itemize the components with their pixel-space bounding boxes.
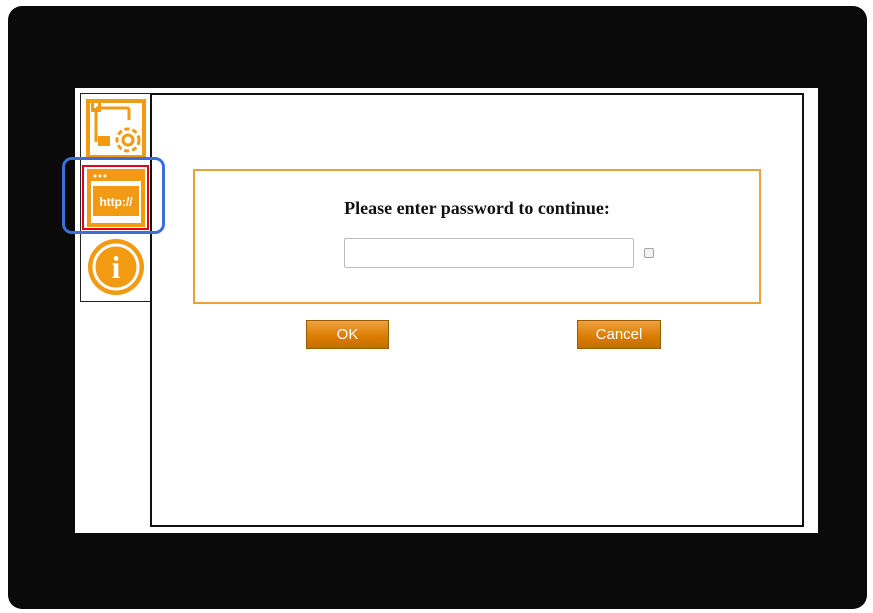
sidebar: http:// i bbox=[80, 93, 151, 302]
show-password-checkbox[interactable] bbox=[644, 248, 654, 258]
browser-http-icon: http:// bbox=[86, 168, 145, 227]
password-input[interactable] bbox=[344, 238, 634, 268]
sidebar-item-info[interactable]: i bbox=[81, 232, 150, 301]
password-prompt: Please enter password to continue: bbox=[344, 198, 610, 218]
ok-button[interactable]: OK bbox=[306, 320, 389, 349]
info-letter: i bbox=[111, 249, 120, 285]
network-gear-icon bbox=[85, 98, 146, 159]
content-panel bbox=[150, 93, 804, 527]
info-icon: i bbox=[87, 238, 144, 295]
password-box: Please enter password to continue: bbox=[193, 169, 761, 304]
http-label: http:// bbox=[99, 195, 133, 209]
sidebar-item-network-settings[interactable] bbox=[81, 94, 150, 163]
cancel-button[interactable]: Cancel bbox=[577, 320, 661, 349]
sidebar-item-web-http[interactable]: http:// bbox=[81, 163, 150, 232]
